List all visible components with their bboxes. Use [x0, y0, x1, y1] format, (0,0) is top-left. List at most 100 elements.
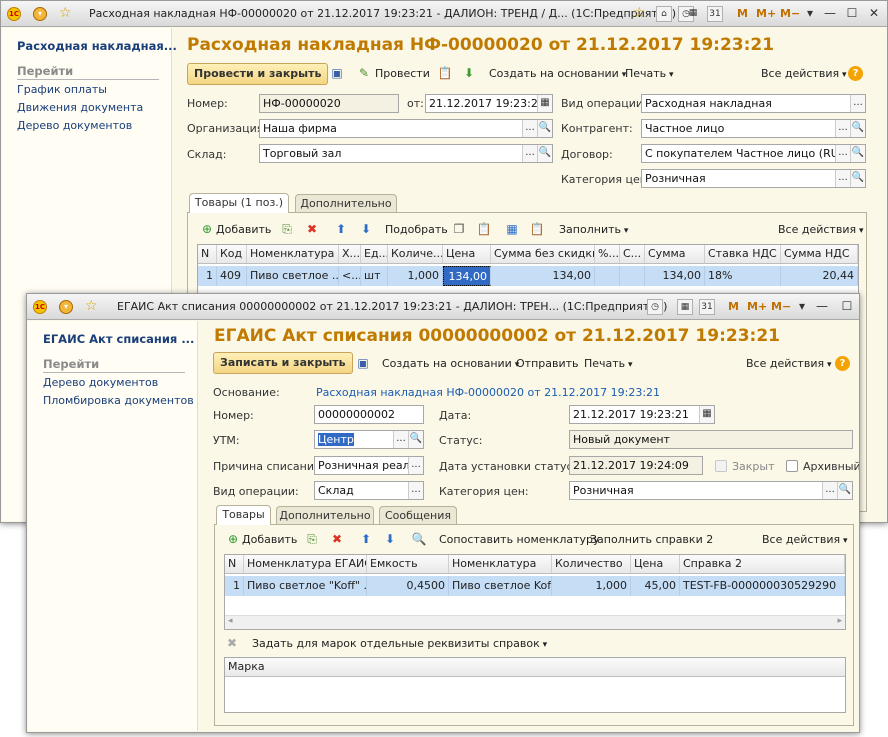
col-price[interactable]: Цена: [631, 555, 680, 573]
search-icon[interactable]: 🔍: [850, 145, 865, 162]
add-icon[interactable]: ⊕: [225, 531, 241, 547]
delete-icon[interactable]: ✖: [304, 221, 320, 237]
cell-vat-rate[interactable]: 18%: [705, 266, 781, 286]
select-button[interactable]: ...: [835, 120, 850, 137]
status-date-input[interactable]: 21.12.2017 19:24:09: [569, 456, 703, 475]
col-qty[interactable]: Количе...: [388, 245, 443, 263]
search-icon[interactable]: 🔍: [408, 431, 423, 448]
create-based-on-menu[interactable]: Создать на основании: [382, 357, 519, 370]
cell-capacity[interactable]: 0,4500: [367, 576, 449, 596]
search-icon[interactable]: 🔍: [537, 120, 552, 137]
grid-all-actions-menu[interactable]: Все действия: [762, 533, 847, 546]
cell-price[interactable]: 45,00: [631, 576, 680, 596]
date-input[interactable]: 21.12.2017 19:23:21 ▦: [569, 405, 715, 424]
move-up-icon[interactable]: ⬆: [358, 531, 374, 547]
copy-row-icon[interactable]: ⎘: [304, 531, 320, 547]
col-mark[interactable]: Марка: [225, 658, 845, 676]
memory-plus-button[interactable]: M+: [747, 300, 767, 313]
sidebar-link-doc-tree[interactable]: Дерево документов: [17, 119, 132, 132]
contractor-input[interactable]: Частное лицо... 🔍: [641, 119, 866, 138]
move-down-icon[interactable]: ⬇: [382, 531, 398, 547]
add-button[interactable]: Добавить: [242, 533, 297, 546]
col-char[interactable]: Х...: [339, 245, 361, 263]
memory-button[interactable]: M: [737, 7, 748, 20]
cell-certificate-2[interactable]: TEST-FB-000000030529290: [680, 576, 845, 596]
warehouse-input[interactable]: Торговый зал... 🔍: [259, 144, 553, 163]
cell-nomenclature[interactable]: Пиво светлое ...: [247, 266, 339, 286]
select-button[interactable]: ...: [822, 482, 837, 499]
calendar-icon[interactable]: 31: [707, 6, 723, 22]
1c-logo-icon[interactable]: 1C: [7, 7, 21, 21]
add-button[interactable]: Добавить: [216, 223, 271, 236]
select-button[interactable]: ...: [835, 170, 850, 187]
copy-row-icon[interactable]: ⎘: [279, 221, 295, 237]
cell-n[interactable]: 1: [198, 266, 217, 286]
basis-link[interactable]: Расходная накладная НФ-00000020 от 21.12…: [316, 386, 660, 399]
1c-logo-icon[interactable]: 1C: [33, 300, 47, 314]
number-input[interactable]: 00000000002: [314, 405, 424, 424]
post-icon[interactable]: ✎: [356, 65, 372, 81]
select-button[interactable]: ...: [522, 145, 537, 162]
contract-input[interactable]: С покупателем Частное лицо (RUB)... 🔍: [641, 144, 866, 163]
save-and-close-button[interactable]: Записать и закрыть: [213, 352, 353, 374]
cell-char[interactable]: <...: [339, 266, 361, 286]
maximize-icon[interactable]: ☐: [843, 5, 861, 21]
col-nomenclature[interactable]: Номенклатура: [449, 555, 552, 573]
date-input[interactable]: 21.12.2017 19:23:21 ▦: [425, 94, 553, 113]
copy-icon[interactable]: ❐: [451, 221, 467, 237]
cell-discount-pct[interactable]: [595, 266, 620, 286]
cell-nomenclature[interactable]: Пиво светлое Koff: [449, 576, 552, 596]
minimize-icon[interactable]: —: [821, 5, 839, 21]
send-button[interactable]: Отправить: [516, 357, 579, 370]
col-discount[interactable]: С...: [620, 245, 645, 263]
cell-discount[interactable]: [620, 266, 645, 286]
fill-menu[interactable]: Заполнить: [559, 223, 628, 236]
match-nomenclature-button[interactable]: Сопоставить номенклатуру: [439, 533, 600, 546]
move-down-icon[interactable]: ⬇: [358, 221, 374, 237]
col-sum-no-discount[interactable]: Сумма без скидки: [491, 245, 595, 263]
select-button[interactable]: ...: [835, 145, 850, 162]
clipboard-icon[interactable]: 📋: [437, 65, 453, 81]
marks-settings-button[interactable]: Задать для марок отдельные реквизиты спр…: [252, 637, 547, 650]
memory-plus-button[interactable]: M+: [756, 7, 776, 20]
operation-input[interactable]: Склад...: [314, 481, 424, 500]
cell-qty[interactable]: 1,000: [552, 576, 631, 596]
scroll-left-icon[interactable]: ◂: [228, 616, 233, 626]
post-and-close-button[interactable]: Провести и закрыть: [187, 63, 329, 85]
create-based-on-menu[interactable]: Создать на основании: [489, 67, 626, 80]
maximize-icon[interactable]: ☐: [839, 298, 855, 314]
search-icon[interactable]: 🔍: [850, 170, 865, 187]
cell-n[interactable]: 1: [225, 576, 244, 596]
col-vat-rate[interactable]: Ставка НДС: [705, 245, 781, 263]
cell-vat-sum[interactable]: 20,44: [781, 266, 858, 286]
table-icon[interactable]: ▦: [504, 221, 520, 237]
archive-checkbox[interactable]: [786, 460, 798, 472]
cell-unit[interactable]: шт: [361, 266, 388, 286]
select-button[interactable]: ...: [850, 95, 865, 112]
sidebar-title[interactable]: Расходная накладная...: [17, 39, 177, 53]
price-category-input[interactable]: Розничная... 🔍: [641, 169, 866, 188]
sidebar-link-doc-tree[interactable]: Дерево документов: [43, 376, 158, 389]
home-icon[interactable]: ⌂: [656, 6, 672, 22]
cell-egais-nomenclature[interactable]: Пиво светлое "Koff" ...: [244, 576, 367, 596]
calendar-icon[interactable]: 31: [699, 299, 715, 315]
select-button[interactable]: ...: [408, 457, 423, 474]
paste-icon[interactable]: 📋: [476, 221, 492, 237]
clipboard-icon[interactable]: 📋: [529, 221, 545, 237]
grid-all-actions-menu[interactable]: Все действия: [778, 223, 863, 236]
col-discount-pct[interactable]: %...: [595, 245, 620, 263]
favorite-star-icon[interactable]: ☆: [59, 6, 72, 20]
select-button[interactable]: ...: [393, 431, 408, 448]
calendar-icon[interactable]: ▦: [537, 95, 552, 112]
col-n[interactable]: N: [198, 245, 217, 263]
col-code[interactable]: Код: [217, 245, 247, 263]
search-icon[interactable]: 🔍: [411, 531, 427, 547]
col-unit[interactable]: Ед...: [361, 245, 388, 263]
post-button[interactable]: Провести: [375, 67, 430, 80]
sidebar-title[interactable]: ЕГАИС Акт списания ...: [43, 332, 194, 346]
search-icon[interactable]: 🔍: [837, 482, 852, 499]
print-menu[interactable]: Печать: [584, 357, 633, 370]
select-button[interactable]: ...: [522, 120, 537, 137]
col-capacity[interactable]: Емкость: [367, 555, 449, 573]
delete-icon[interactable]: ✖: [329, 531, 345, 547]
